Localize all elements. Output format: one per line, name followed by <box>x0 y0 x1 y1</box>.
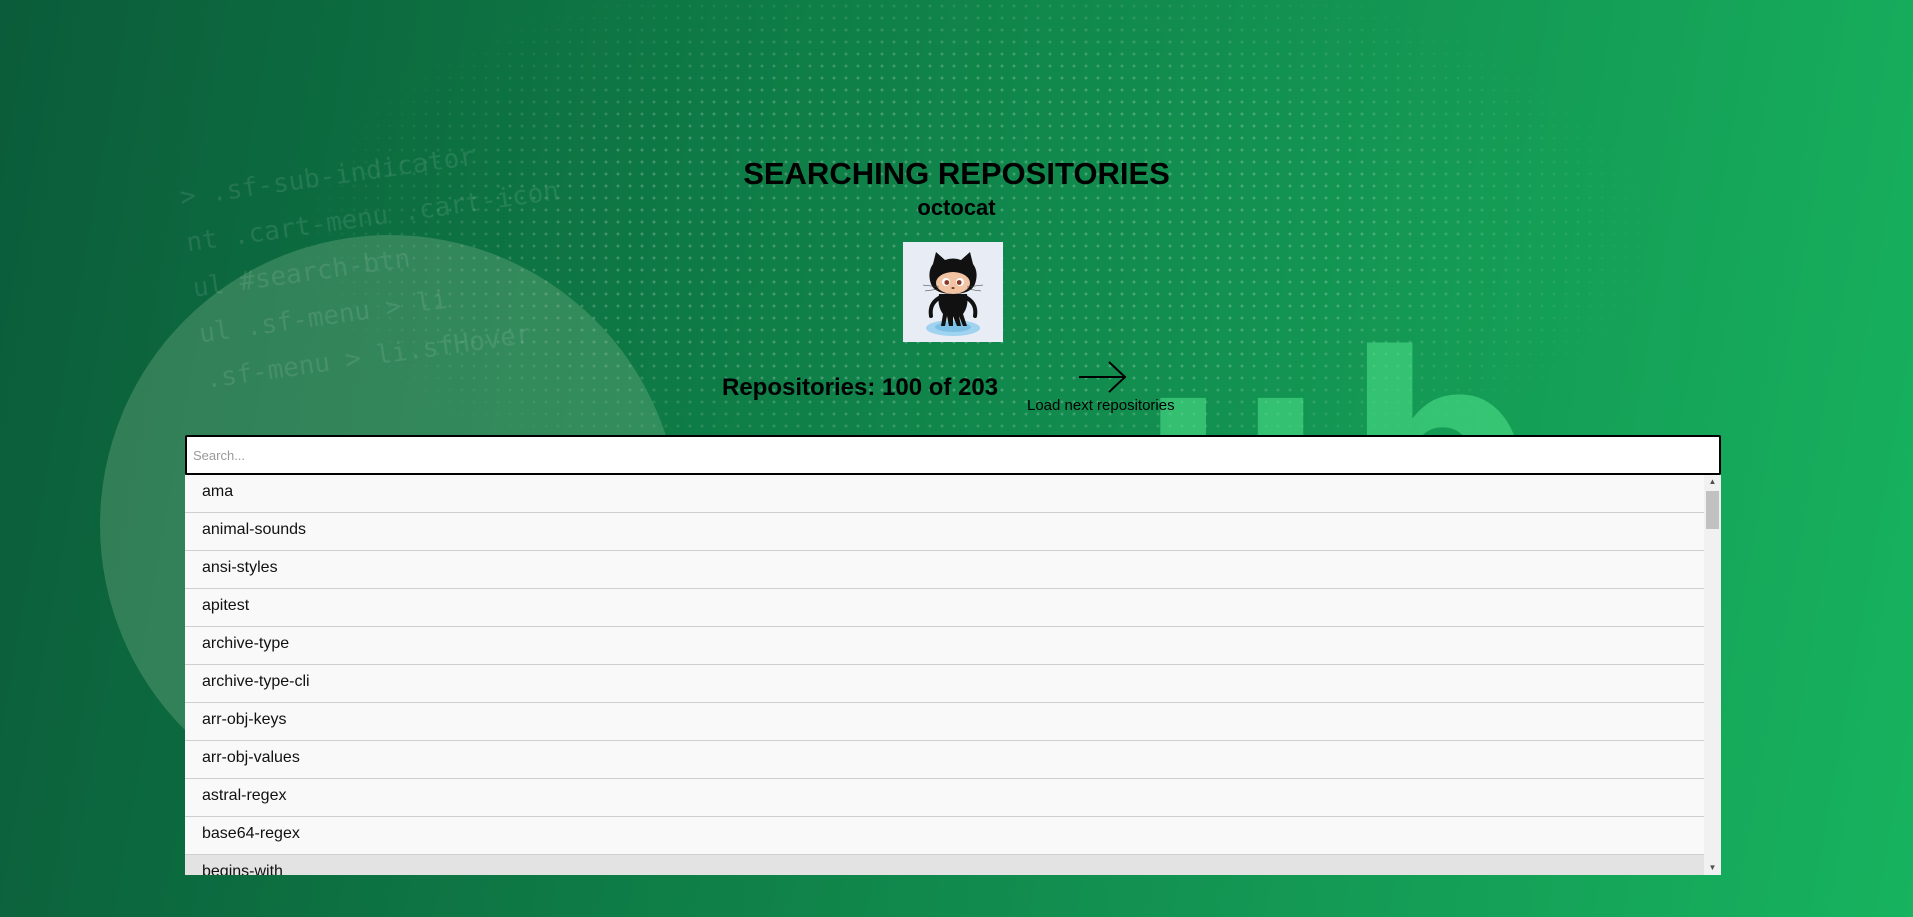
search-input[interactable] <box>185 435 1721 475</box>
repository-list-item[interactable]: arr-obj-values <box>185 741 1704 779</box>
scrollbar-thumb[interactable] <box>1706 491 1719 529</box>
repository-list-item[interactable]: base64-regex <box>185 817 1704 855</box>
scroll-down-arrow-icon[interactable]: ▼ <box>1704 861 1721 875</box>
repository-list-item[interactable]: begins-with <box>185 855 1704 875</box>
page-title: SEARCHING REPOSITORIES <box>743 156 1170 191</box>
repository-list-item[interactable]: ansi-styles <box>185 551 1704 589</box>
scroll-up-arrow-icon[interactable]: ▲ <box>1704 475 1721 489</box>
load-next-label[interactable]: Load next repositories <box>1027 397 1175 414</box>
load-next-button[interactable]: Load next repositories <box>1027 360 1192 416</box>
repository-list-item[interactable]: archive-type <box>185 627 1704 665</box>
repository-list-item[interactable]: ama <box>185 475 1704 513</box>
avatar <box>903 242 1003 342</box>
repository-list-item[interactable]: apitest <box>185 589 1704 627</box>
repository-list-item[interactable]: animal-sounds <box>185 513 1704 551</box>
repository-count: Repositories: 100 of 203 <box>722 374 999 401</box>
list-scrollbar[interactable]: ▲ ▼ <box>1704 475 1721 875</box>
username-subtitle: octocat <box>917 195 996 220</box>
repository-list: ama animal-sounds ansi-styles apitest archiv… <box>185 475 1704 875</box>
repository-list-item[interactable]: archive-type-cli <box>185 665 1704 703</box>
repository-list-item[interactable]: arr-obj-keys <box>185 703 1704 741</box>
octocat-icon <box>922 252 984 336</box>
repository-list-item[interactable]: astral-regex <box>185 779 1704 817</box>
arrow-right-icon[interactable] <box>1077 360 1129 394</box>
repository-list-container: ama animal-sounds ansi-styles apitest archiv… <box>185 475 1721 875</box>
